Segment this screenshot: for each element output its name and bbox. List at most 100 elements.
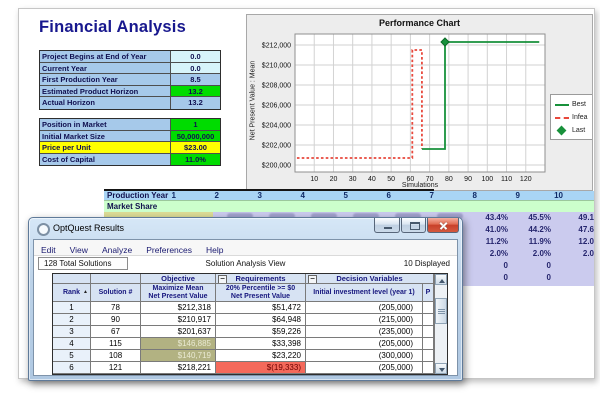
rank-cell[interactable]: 2 xyxy=(53,314,91,326)
decision-cell[interactable]: (235,000) xyxy=(306,326,423,338)
detail-cell[interactable]: 0 xyxy=(468,260,511,272)
partial-cell[interactable] xyxy=(423,338,434,350)
param-value-cell[interactable]: 11.0% xyxy=(171,154,220,166)
svg-text:$210,000: $210,000 xyxy=(262,63,291,70)
partial-cell[interactable] xyxy=(423,350,434,362)
group-header-decision-variables[interactable]: Decision Variables− xyxy=(306,274,434,284)
close-button[interactable] xyxy=(427,218,459,233)
param-value-cell[interactable]: 8.5 xyxy=(171,74,220,86)
column-header-decision[interactable]: Initial investment level (year 1) xyxy=(306,284,423,302)
legend-swatch-dashed-icon xyxy=(555,117,569,119)
decision-cell[interactable]: (205,000) xyxy=(306,302,423,314)
detail-cell[interactable]: 0 xyxy=(511,272,554,284)
vertical-scrollbar[interactable] xyxy=(434,274,447,374)
param-value-cell[interactable]: 0.0 xyxy=(171,63,220,75)
scroll-up-button[interactable] xyxy=(435,274,447,285)
objective-cell[interactable]: $218,221 xyxy=(141,362,216,374)
partial-cell[interactable] xyxy=(423,314,434,326)
menu-item-help[interactable]: Help xyxy=(199,243,230,255)
project-parameters-table: Project Begins at End of Year0.0Current … xyxy=(39,50,221,110)
window-titlebar[interactable]: OptQuest Results xyxy=(29,218,462,239)
optquest-icon[interactable] xyxy=(37,223,50,236)
detail-cell[interactable] xyxy=(554,260,594,272)
requirement-cell[interactable]: $51,472 xyxy=(216,302,306,314)
column-header-objective[interactable]: Maximize MeanNet Present Value xyxy=(141,284,216,302)
solution-cell[interactable]: 121 xyxy=(91,362,141,374)
collapse-icon[interactable]: − xyxy=(308,275,317,284)
menu-item-analyze[interactable]: Analyze xyxy=(95,243,139,255)
objective-cell[interactable]: $140,719 xyxy=(141,350,216,362)
requirement-cell[interactable]: $(19,333) xyxy=(216,362,306,374)
objective-cell[interactable]: $146,885 xyxy=(141,338,216,350)
detail-cell[interactable]: 45.5% xyxy=(511,212,554,224)
solution-cell[interactable]: 90 xyxy=(91,314,141,326)
group-header-requirements[interactable]: Requirements− xyxy=(216,274,306,284)
solution-cell[interactable]: 78 xyxy=(91,302,141,314)
partial-cell[interactable] xyxy=(423,362,434,374)
requirement-cell[interactable]: $64,948 xyxy=(216,314,306,326)
partial-cell[interactable] xyxy=(423,326,434,338)
detail-cell[interactable]: 2.0% xyxy=(511,248,554,260)
minimize-button[interactable] xyxy=(374,218,400,233)
result-row[interactable]: 4115$146,885$33,398(205,000) xyxy=(53,338,447,350)
menu-item-edit[interactable]: Edit xyxy=(34,243,63,255)
param-value-cell[interactable]: 1 xyxy=(171,119,220,131)
objective-cell[interactable]: $201,637 xyxy=(141,326,216,338)
detail-cell[interactable]: 11.2% xyxy=(468,236,511,248)
rank-cell[interactable]: 5 xyxy=(53,350,91,362)
collapse-icon[interactable]: − xyxy=(218,275,227,284)
requirement-cell[interactable]: $23,220 xyxy=(216,350,306,362)
result-row[interactable]: 178$212,318$51,472(205,000) xyxy=(53,302,447,314)
param-value-cell[interactable]: 13.2 xyxy=(171,86,220,98)
solution-cell[interactable]: 115 xyxy=(91,338,141,350)
scrollbar-thumb[interactable] xyxy=(435,298,447,324)
requirement-cell[interactable]: $33,398 xyxy=(216,338,306,350)
objective-cell[interactable]: $212,318 xyxy=(141,302,216,314)
column-header-requirement[interactable]: 20% Percentile >= $0Net Present Value xyxy=(216,284,306,302)
result-row[interactable]: 290$210,917$64,948(215,000) xyxy=(53,314,447,326)
year-column-header: 4 xyxy=(296,191,339,200)
decision-cell[interactable]: (300,000) xyxy=(306,350,423,362)
param-value-cell[interactable]: $23.00 xyxy=(171,142,220,154)
detail-cell[interactable]: 0 xyxy=(511,260,554,272)
detail-cell[interactable]: 43.4% xyxy=(468,212,511,224)
requirement-cell[interactable]: $59,226 xyxy=(216,326,306,338)
column-header-rank[interactable]: Rank▲ xyxy=(53,284,91,302)
rank-cell[interactable]: 1 xyxy=(53,302,91,314)
rank-cell[interactable]: 3 xyxy=(53,326,91,338)
detail-cell[interactable]: 11.9% xyxy=(511,236,554,248)
maximize-button[interactable] xyxy=(401,218,426,233)
param-value-cell[interactable]: 13.2 xyxy=(171,97,220,109)
menu-item-preferences[interactable]: Preferences xyxy=(139,243,199,255)
param-value-cell[interactable]: 0.0 xyxy=(171,51,220,63)
detail-cell[interactable]: 47.6 xyxy=(554,224,594,236)
decision-cell[interactable]: (215,000) xyxy=(306,314,423,326)
decision-cell[interactable]: (205,000) xyxy=(306,338,423,350)
svg-text:$208,000: $208,000 xyxy=(262,83,291,90)
chart-legend: BestInfeaLast xyxy=(550,94,593,140)
solution-cell[interactable]: 108 xyxy=(91,350,141,362)
scroll-down-button[interactable] xyxy=(435,363,447,374)
detail-cell[interactable]: 44.2% xyxy=(511,224,554,236)
rank-cell[interactable]: 6 xyxy=(53,362,91,374)
result-row[interactable]: 6121$218,221$(19,333)(205,000) xyxy=(53,362,447,374)
detail-cell[interactable]: 2.0 xyxy=(554,248,594,260)
detail-cell[interactable]: 49.1 xyxy=(554,212,594,224)
column-header-partial[interactable]: P xyxy=(423,284,434,302)
detail-cell[interactable]: 41.0% xyxy=(468,224,511,236)
decision-cell[interactable]: (205,000) xyxy=(306,362,423,374)
detail-cell[interactable]: 2.0% xyxy=(468,248,511,260)
rank-cell[interactable]: 4 xyxy=(53,338,91,350)
param-value-cell[interactable]: 50,000,000 xyxy=(171,131,220,143)
objective-cell[interactable]: $210,917 xyxy=(141,314,216,326)
detail-cell[interactable]: 12.0 xyxy=(554,236,594,248)
result-row[interactable]: 367$201,637$59,226(235,000) xyxy=(53,326,447,338)
column-header-solution[interactable]: Solution # xyxy=(91,284,141,302)
group-header-objective[interactable]: Objective xyxy=(141,274,216,284)
menu-item-view[interactable]: View xyxy=(63,243,95,255)
detail-cell[interactable]: 0 xyxy=(468,272,511,284)
result-row[interactable]: 5108$140,719$23,220(300,000) xyxy=(53,350,447,362)
partial-cell[interactable] xyxy=(423,302,434,314)
detail-cell[interactable] xyxy=(554,272,594,284)
solution-cell[interactable]: 67 xyxy=(91,326,141,338)
